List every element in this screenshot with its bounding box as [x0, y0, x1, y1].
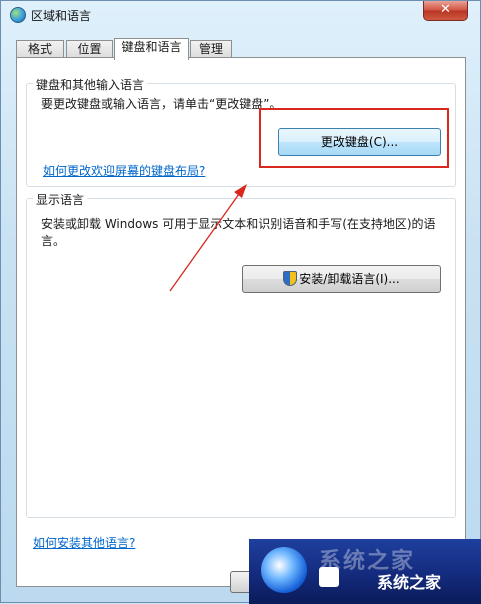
annotation-arrowhead — [234, 184, 247, 198]
watermark-text: 系统之家 — [377, 573, 442, 592]
region-language-window: 区域和语言 ✕ 格式 位置 键盘和语言 管理 键盘和其他输入语言 要更改键盘或输… — [0, 0, 481, 604]
watermark-logo-icon — [261, 547, 307, 593]
watermark-banner: 系统之家 系统之家 — [249, 539, 481, 604]
tab-keyboards-languages[interactable]: 键盘和语言 — [114, 38, 189, 60]
watermark-home-icon — [319, 567, 339, 587]
annotation-arrow-line — [169, 193, 240, 292]
annotation-arrow — [169, 184, 247, 292]
